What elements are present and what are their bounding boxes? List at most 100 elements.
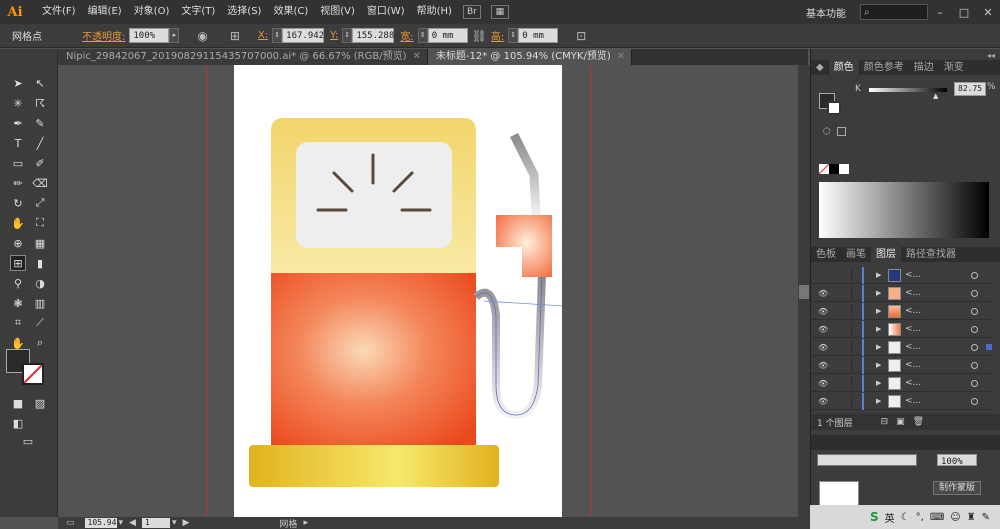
- blend-mode-select[interactable]: [817, 454, 917, 466]
- target-icon[interactable]: [971, 379, 978, 387]
- web-safe-icon[interactable]: [837, 127, 846, 136]
- none-black-white-swatches[interactable]: [819, 164, 849, 174]
- bridge-icon[interactable]: Br: [462, 5, 481, 19]
- width-input[interactable]: 0 mm: [427, 28, 468, 43]
- menu-object[interactable]: 对象(O): [128, 0, 176, 24]
- selection-indicator[interactable]: [986, 344, 992, 350]
- line-tool-icon[interactable]: ╱: [32, 135, 48, 151]
- target-icon[interactable]: [971, 343, 978, 351]
- layer-row[interactable]: 👁 ▶ <...: [811, 320, 993, 338]
- menu-view[interactable]: 视图(V): [314, 0, 361, 24]
- symbol-sprayer-tool-icon[interactable]: ❃: [10, 295, 26, 311]
- sogou-icon[interactable]: S: [870, 510, 879, 524]
- visibility-icon[interactable]: 👁: [818, 397, 832, 406]
- column-graph-tool-icon[interactable]: ▥: [32, 295, 48, 311]
- tab-document-1[interactable]: Nipic_29842067_20190829115435707000.ai* …: [58, 49, 428, 65]
- k-slider-handle[interactable]: ▲: [933, 92, 938, 100]
- gas-pump-illustration[interactable]: [234, 65, 581, 517]
- paintbrush-tool-icon[interactable]: ✐: [32, 155, 48, 171]
- blend-tool-icon[interactable]: ◑: [32, 275, 48, 291]
- curvature-tool-icon[interactable]: ✎: [32, 115, 48, 131]
- y-input[interactable]: 155.288: [352, 28, 395, 43]
- tab-layers[interactable]: 图层: [871, 247, 901, 262]
- maximize-icon[interactable]: □: [952, 6, 976, 19]
- visibility-icon[interactable]: 👁: [818, 307, 832, 316]
- layer-row[interactable]: 👁 ▶ <...: [811, 374, 993, 392]
- rotate-tool-icon[interactable]: ↻: [10, 195, 26, 211]
- canvas-vertical-scrollbar[interactable]: [798, 65, 810, 517]
- next-artboard-icon[interactable]: ▶: [183, 518, 190, 528]
- ime-mode[interactable]: 英: [885, 510, 895, 525]
- color-spectrum[interactable]: [819, 182, 989, 238]
- tab-stroke[interactable]: 描边: [909, 60, 939, 75]
- scale-tool-icon[interactable]: ⤢: [32, 195, 48, 211]
- layer-row[interactable]: 👁 ▶ <...: [811, 356, 993, 374]
- target-icon[interactable]: [971, 289, 978, 297]
- collapse-panels-icon[interactable]: ◂◂: [987, 51, 995, 60]
- menu-help[interactable]: 帮助(H): [411, 0, 458, 24]
- tab-swatches[interactable]: 色板: [811, 247, 841, 262]
- eraser-tool-icon[interactable]: ⌫: [32, 175, 48, 191]
- perspective-grid-tool-icon[interactable]: ▦: [32, 235, 48, 251]
- arrange-documents-icon[interactable]: ▦: [490, 5, 509, 19]
- zoom-tool-icon[interactable]: ⌕: [32, 335, 48, 351]
- layer-row[interactable]: 👁 ▶ <...: [811, 392, 993, 410]
- warp-tool-icon[interactable]: ✋: [10, 215, 26, 231]
- slice-tool-icon[interactable]: ⟋: [32, 315, 48, 331]
- y-label[interactable]: Y:: [330, 30, 338, 41]
- color-mode-icon[interactable]: ■: [10, 395, 26, 411]
- tab-brushes[interactable]: 画笔: [841, 247, 871, 262]
- direct-selection-tool-icon[interactable]: ↖: [32, 75, 48, 91]
- prev-artboard-icon[interactable]: ◀: [129, 518, 136, 528]
- new-layer-icon[interactable]: ▣: [896, 417, 905, 427]
- layer-row[interactable]: ▶ <...: [811, 266, 993, 284]
- recolor-icon[interactable]: ◉: [197, 29, 207, 43]
- rectangle-tool-icon[interactable]: ▭: [10, 155, 26, 171]
- tab-color[interactable]: 颜色: [828, 60, 859, 75]
- shape-builder-tool-icon[interactable]: ⊕: [10, 235, 26, 251]
- height-label[interactable]: 高:: [491, 28, 504, 43]
- menu-select[interactable]: 选择(S): [221, 0, 267, 24]
- x-stepper[interactable]: ⇕: [272, 28, 283, 43]
- k-value-input[interactable]: 82.75: [954, 82, 986, 96]
- opacity-field[interactable]: 100%: [937, 454, 977, 467]
- width-stepper[interactable]: ⇕: [417, 28, 428, 43]
- height-input[interactable]: 0 mm: [518, 28, 559, 43]
- eyedropper-tool-icon[interactable]: ⚲: [10, 275, 26, 291]
- new-sublayer-icon[interactable]: ⊟: [881, 417, 889, 427]
- type-tool-icon[interactable]: T: [10, 135, 26, 151]
- moon-icon[interactable]: ☾: [901, 512, 910, 523]
- artboard-tool-icon[interactable]: ⌗: [10, 315, 26, 331]
- layer-row[interactable]: 👁 ▶ <...: [811, 302, 993, 320]
- search-input[interactable]: ⌕: [860, 4, 928, 20]
- selection-tool-icon[interactable]: ➤: [10, 75, 26, 91]
- target-icon[interactable]: [971, 307, 978, 315]
- layer-row-selected[interactable]: 👁 ▶ <...: [811, 338, 993, 356]
- visibility-icon[interactable]: 👁: [818, 361, 832, 370]
- menu-type[interactable]: 文字(T): [175, 0, 221, 24]
- visibility-icon[interactable]: 👁: [818, 289, 832, 298]
- screen-mode-icon[interactable]: ▭: [20, 433, 36, 449]
- target-icon[interactable]: [971, 271, 978, 279]
- close-tab-icon[interactable]: ✕: [617, 51, 625, 62]
- target-icon[interactable]: [971, 325, 978, 333]
- make-mask-button[interactable]: 制作蒙版: [933, 481, 981, 495]
- artboard-navigator-icon[interactable]: ▭: [66, 518, 75, 528]
- link-proportions-icon[interactable]: ⛓: [472, 29, 487, 43]
- scrollbar-thumb[interactable]: [799, 285, 809, 299]
- user-icon[interactable]: ☺: [950, 512, 960, 523]
- reference-point-icon[interactable]: ⊞: [230, 29, 240, 43]
- opacity-input[interactable]: 100%: [129, 28, 170, 43]
- close-tab-icon[interactable]: ✕: [413, 51, 421, 62]
- tab-gradient[interactable]: 渐变: [939, 60, 969, 75]
- gradient-mode-icon[interactable]: ▨: [32, 395, 48, 411]
- layer-row[interactable]: 👁 ▶ <...: [811, 284, 993, 302]
- pen-tool-icon[interactable]: ✒: [10, 115, 26, 131]
- tab-color-guide[interactable]: 颜色参考: [859, 60, 909, 75]
- x-input[interactable]: 167.942: [282, 28, 325, 43]
- opacity-dropdown[interactable]: ▸: [169, 28, 180, 43]
- color-stroke-swatch[interactable]: [827, 101, 841, 115]
- menu-effect[interactable]: 效果(C): [267, 0, 314, 24]
- magic-wand-tool-icon[interactable]: ✳: [10, 95, 26, 111]
- artboard-dropdown-icon[interactable]: ▾: [172, 518, 177, 528]
